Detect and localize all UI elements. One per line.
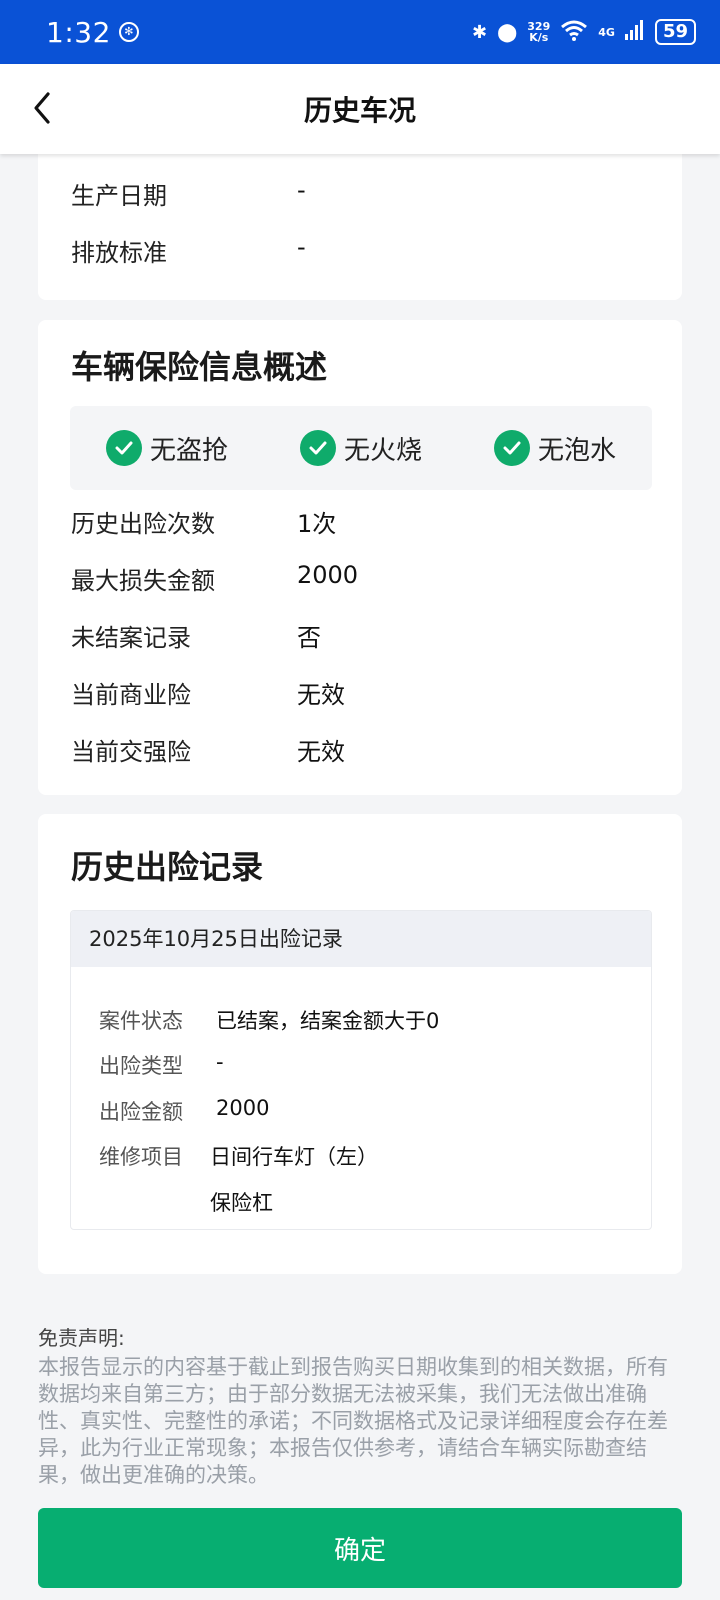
check-circle-icon xyxy=(299,430,336,466)
status-bar: 1:32 ✻ ✱ ⬤ 329 K/s 4G 59 xyxy=(0,0,720,64)
info-value: - xyxy=(297,233,306,261)
insurance-label: 最大损失金额 xyxy=(71,567,215,595)
insurance-label: 未结案记录 xyxy=(71,624,191,652)
claim-record: 2025年10月25日出险记录 案件状态 已结案，结案金额大于0 出险类型 - … xyxy=(70,910,652,1230)
signal-bars-icon xyxy=(624,19,645,45)
claim-record-header: 2025年10月25日出险记录 xyxy=(71,911,651,967)
insurance-value: 2000 xyxy=(297,561,359,589)
network-speed-unit: K/s xyxy=(529,31,549,44)
claim-label xyxy=(99,1187,210,1217)
claim-label: 出险类型 xyxy=(99,1054,183,1078)
insurance-summary-title: 车辆保险信息概述 xyxy=(71,348,328,386)
page-title: 历史车况 xyxy=(303,94,416,127)
confirm-button-label: 确定 xyxy=(333,1535,386,1566)
insurance-value: 无效 xyxy=(297,681,345,709)
claim-record-row: 保险杠 xyxy=(99,1187,273,1217)
info-row-production-date: 生产日期 - xyxy=(71,176,306,211)
insurance-row: 当前商业险 无效 xyxy=(71,675,345,710)
insurance-label: 当前交强险 xyxy=(71,738,191,766)
claim-value: 日间行车灯（左） xyxy=(210,1145,378,1169)
notification-icon: ✻ xyxy=(118,22,139,42)
confirm-button[interactable]: 确定 xyxy=(38,1508,682,1588)
info-row-emission-standard: 排放标准 - xyxy=(71,233,306,268)
claim-label: 案件状态 xyxy=(99,1009,183,1033)
claim-label: 出险金额 xyxy=(99,1100,183,1124)
insurance-summary-card: 车辆保险信息概述 无盗抢 无火烧 无泡水 历史出险次数 1次 最大损失金额 20… xyxy=(38,320,682,795)
insurance-row: 最大损失金额 2000 xyxy=(71,561,358,596)
battery-level: 59 xyxy=(662,21,688,42)
location-icon: ⬤ xyxy=(497,21,518,43)
badge-label: 无泡水 xyxy=(537,435,616,466)
claim-record-row: 出险类型 - xyxy=(99,1050,224,1080)
claim-history-title: 历史出险记录 xyxy=(71,848,264,886)
info-value: - xyxy=(297,176,306,204)
check-circle-icon xyxy=(105,430,142,466)
insurance-label: 当前商业险 xyxy=(71,681,191,709)
status-time: 1:32 xyxy=(46,15,111,49)
claim-record-row: 出险金额 2000 xyxy=(99,1096,269,1126)
insurance-value: 无效 xyxy=(297,738,345,766)
insurance-label: 历史出险次数 xyxy=(71,510,215,538)
bluetooth-icon: ✱ xyxy=(472,21,488,43)
network-type: 4G xyxy=(598,25,615,39)
claim-history-card: 历史出险记录 2025年10月25日出险记录 案件状态 已结案，结案金额大于0 … xyxy=(38,814,682,1274)
top-nav-bar: 历史车况 xyxy=(0,64,720,154)
insurance-row: 未结案记录 否 xyxy=(71,618,321,653)
claim-record-row: 案件状态 已结案，结案金额大于0 xyxy=(99,1005,439,1035)
claim-value: 保险杠 xyxy=(210,1191,273,1215)
info-label: 生产日期 xyxy=(71,182,167,210)
insurance-row: 当前交强险 无效 xyxy=(71,732,345,767)
insurance-row: 历史出险次数 1次 xyxy=(71,504,336,539)
badge-no-theft: 无盗抢 xyxy=(105,430,228,467)
wifi-icon xyxy=(560,19,588,46)
badge-no-fire: 无火烧 xyxy=(299,430,422,467)
network-speed: 329 K/s xyxy=(527,21,550,43)
chevron-left-icon xyxy=(34,92,50,124)
claim-label: 维修项目 xyxy=(99,1145,183,1169)
insurance-value: 1次 xyxy=(297,510,337,538)
insurance-badges: 无盗抢 无火烧 无泡水 xyxy=(70,406,652,490)
badge-label: 无火烧 xyxy=(343,435,422,466)
cellular-signal-icon: 4G xyxy=(598,27,615,38)
badge-no-flood: 无泡水 xyxy=(493,430,616,467)
disclaimer-text: 本报告显示的内容基于截止到报告购买日期收集到的相关数据，所有数据均来自第三方；由… xyxy=(38,1355,668,1487)
claim-record-row: 维修项目 日间行车灯（左） xyxy=(99,1141,378,1171)
back-button[interactable] xyxy=(26,90,62,126)
info-label: 排放标准 xyxy=(71,239,167,267)
disclaimer-title: 免责声明: xyxy=(38,1326,125,1350)
status-icons: ✱ ⬤ 329 K/s 4G 59 xyxy=(472,19,696,46)
insurance-value: 否 xyxy=(297,624,321,652)
battery-icon: 59 xyxy=(654,19,696,45)
badge-label: 无盗抢 xyxy=(149,435,228,466)
claim-value: 已结案，结案金额大于0 xyxy=(216,1009,440,1033)
vehicle-info-card: 生产日期 - 排放标准 - xyxy=(38,150,682,300)
claim-value: 2000 xyxy=(216,1096,270,1120)
claim-value: - xyxy=(216,1050,224,1074)
check-circle-icon xyxy=(493,430,530,466)
